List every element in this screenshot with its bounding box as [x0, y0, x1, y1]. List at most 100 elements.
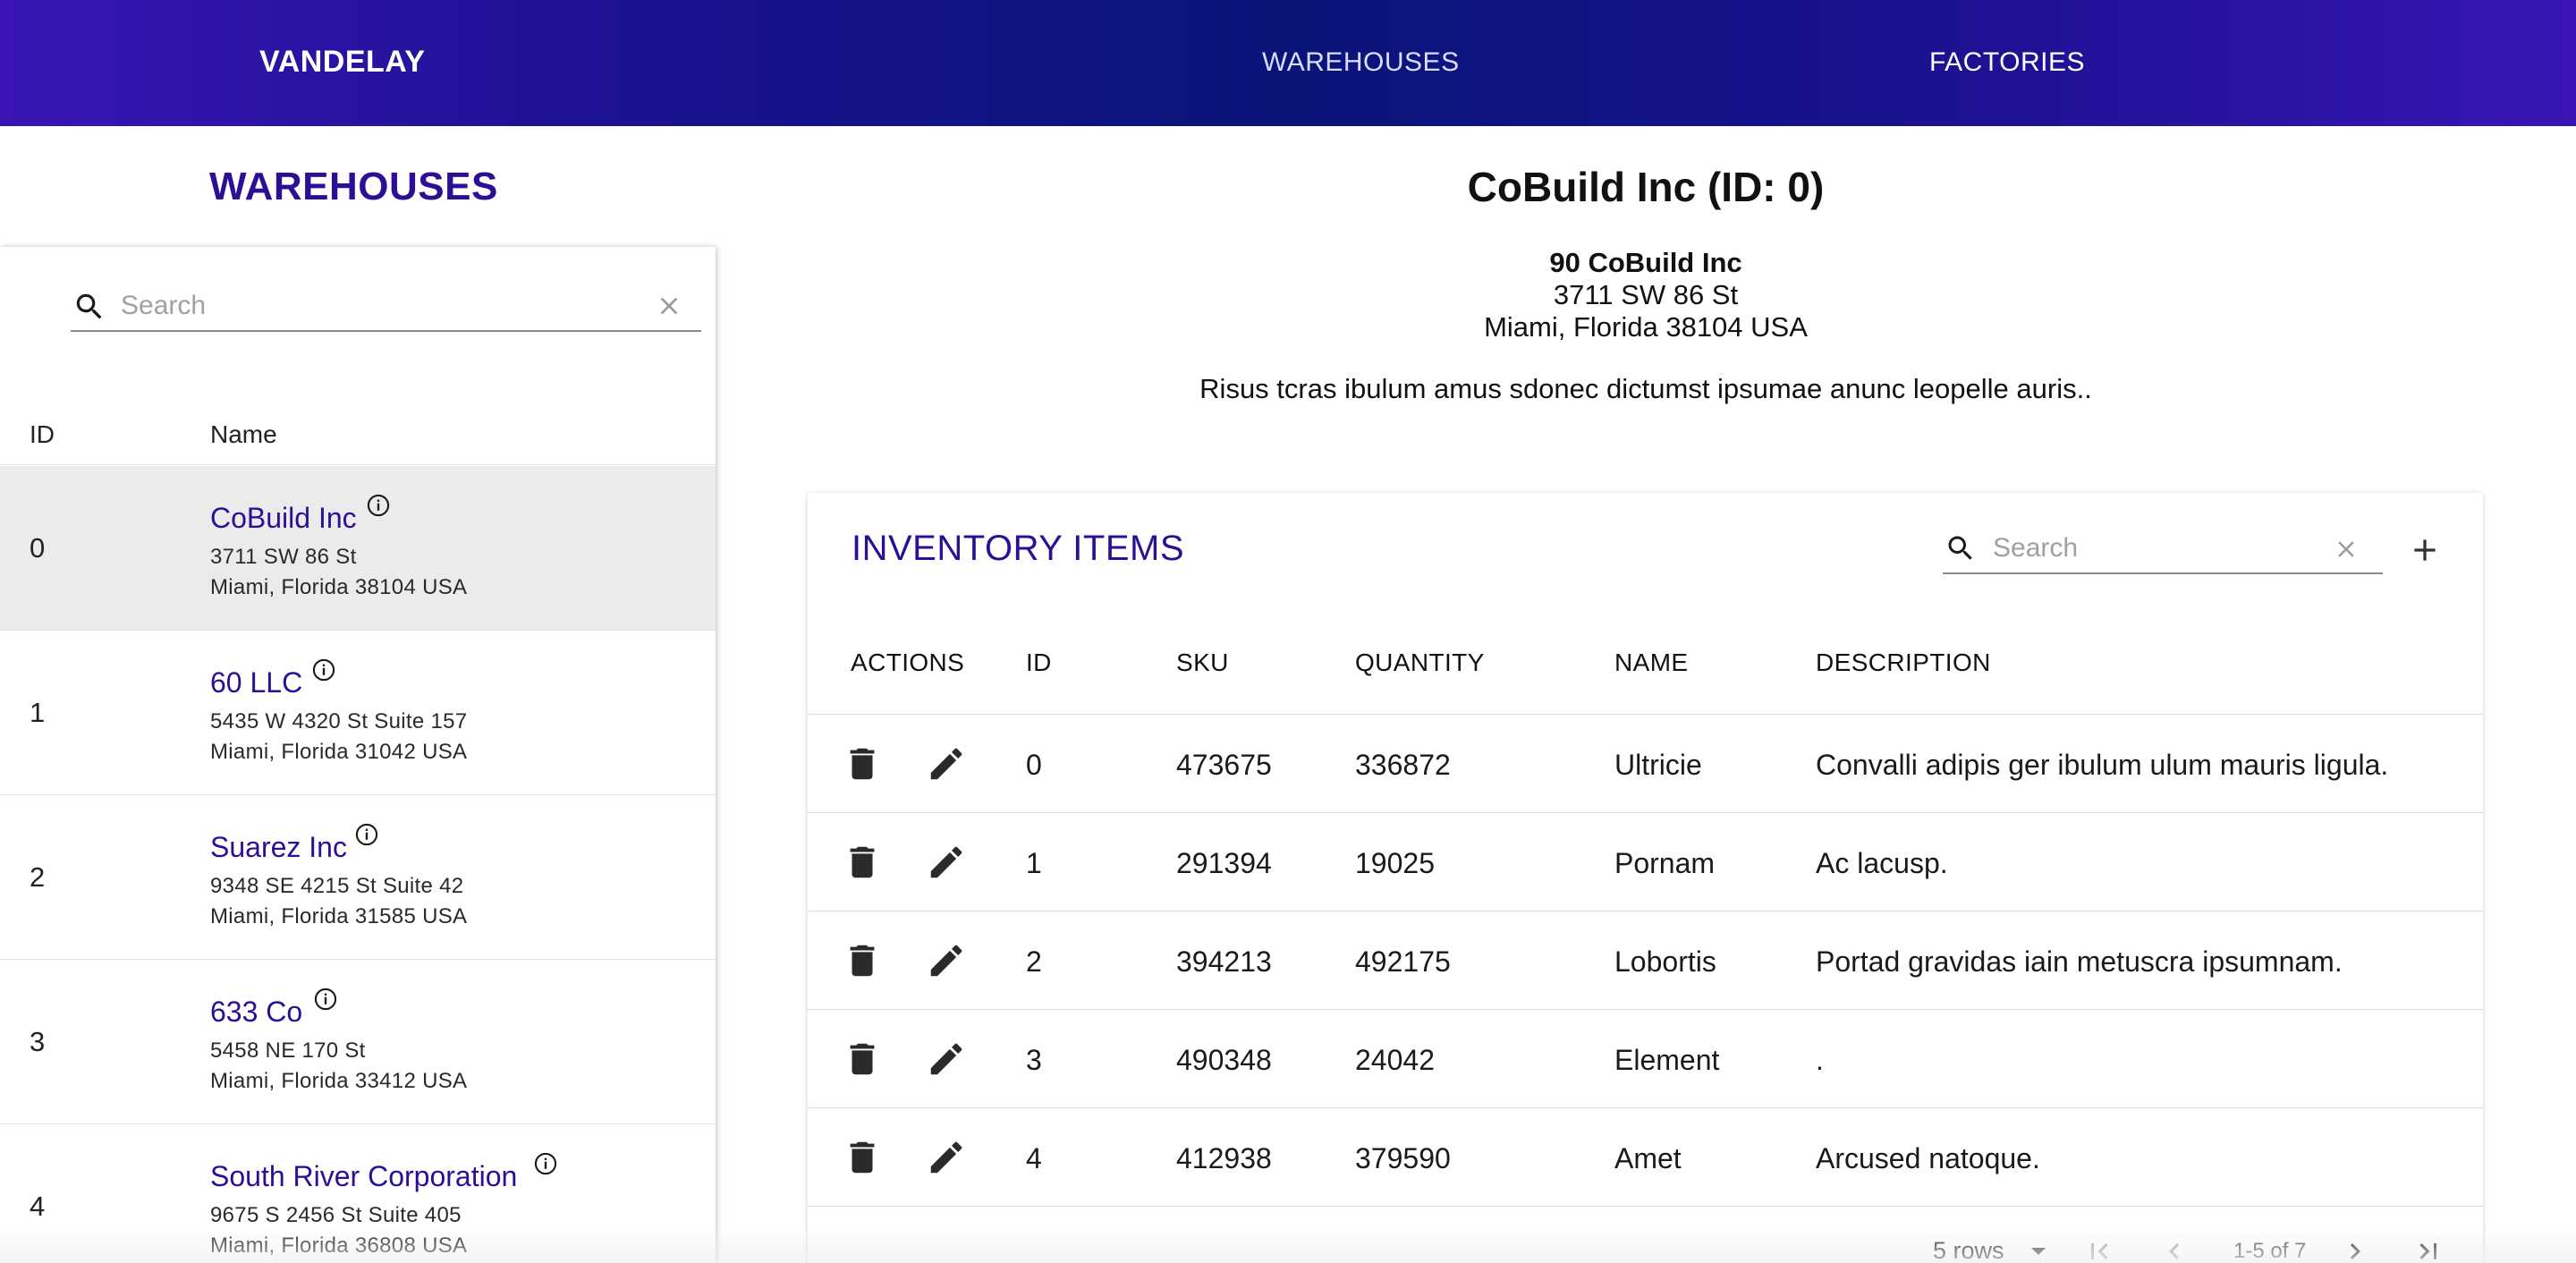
warehouse-address-line1: 5435 W 4320 St Suite 157: [210, 709, 468, 733]
pencil-icon[interactable]: [926, 842, 967, 883]
warehouse-address-line2: Miami, Florida 36808 USA: [210, 1233, 468, 1258]
warehouse-address-line1: 3711 SW 86 St: [210, 545, 357, 569]
search-icon: [76, 293, 102, 319]
info-icon[interactable]: [313, 987, 338, 1012]
column-header-actions: ACTIONS: [851, 648, 965, 676]
rows-per-page-select[interactable]: 5 rows: [1933, 1237, 2004, 1263]
chevron-left-icon[interactable]: [2158, 1235, 2190, 1263]
cell-description: Convalli adipis ger ibulum ulum mauris l…: [1816, 749, 2389, 781]
pencil-icon[interactable]: [926, 1137, 967, 1178]
last-page-icon[interactable]: [2412, 1235, 2445, 1263]
cell-quantity: 336872: [1355, 749, 1451, 781]
table-row: 0 473675 336872 Ultricie Convalli adipis…: [808, 715, 2483, 813]
plus-icon[interactable]: [2407, 532, 2443, 568]
cell-id: 2: [1026, 945, 1042, 978]
warehouse-address-line2: Miami, Florida 31585 USA: [210, 904, 468, 928]
top-nav-bar: VANDELAY WAREHOUSES FACTORIES: [0, 0, 2576, 126]
info-icon[interactable]: [311, 657, 336, 682]
trash-icon[interactable]: [842, 842, 883, 883]
warehouses-panel: ID Name 0 CoBuild Inc 3711 SW 86 St Miam…: [0, 247, 716, 1263]
inventory-search-field: [1943, 525, 2383, 574]
warehouse-address-line2: Miami, Florida 31042 USA: [210, 740, 468, 764]
warehouse-row[interactable]: 0 CoBuild Inc 3711 SW 86 St Miami, Flori…: [0, 466, 716, 631]
info-icon[interactable]: [366, 493, 391, 518]
detail-address-name: 90 CoBuild Inc: [1549, 247, 1742, 278]
column-header-id[interactable]: ID: [30, 420, 55, 449]
brand-logo[interactable]: VANDELAY: [259, 45, 425, 80]
warehouse-row[interactable]: 3 633 Co 5458 NE 170 St Miami, Florida 3…: [0, 960, 716, 1124]
cell-quantity: 379590: [1355, 1142, 1451, 1174]
pencil-icon[interactable]: [926, 1038, 967, 1080]
warehouse-name-link[interactable]: 60 LLC: [210, 666, 302, 699]
cell-quantity: 492175: [1355, 945, 1451, 978]
pencil-icon[interactable]: [926, 940, 967, 981]
warehouse-id: 1: [30, 697, 46, 728]
warehouse-row[interactable]: 2 Suarez Inc 9348 SE 4215 St Suite 42 Mi…: [0, 795, 716, 960]
warehouse-list-header: ID Name: [0, 390, 716, 465]
trash-icon[interactable]: [842, 1038, 883, 1080]
cell-name: Pornam: [1614, 847, 1716, 879]
nav-link-factories[interactable]: FACTORIES: [1929, 47, 2085, 78]
warehouse-name-link[interactable]: 633 Co: [210, 996, 302, 1029]
first-page-icon[interactable]: [2083, 1235, 2115, 1263]
inventory-search-input[interactable]: [1993, 530, 2315, 566]
column-header-name[interactable]: NAME: [1614, 648, 1689, 677]
info-icon[interactable]: [354, 822, 379, 847]
close-icon[interactable]: [655, 292, 683, 320]
cell-sku: 473675: [1176, 749, 1272, 781]
detail-address-line1: 3711 SW 86 St: [1553, 279, 1739, 310]
column-header-sku[interactable]: SKU: [1176, 648, 1229, 677]
column-header-id[interactable]: ID: [1026, 648, 1052, 677]
pencil-icon[interactable]: [926, 743, 967, 784]
cell-id: 3: [1026, 1044, 1042, 1076]
column-header-description[interactable]: DESCRIPTION: [1816, 648, 1991, 677]
cell-description: Portad gravidas iain metuscra ipsumnam.: [1816, 945, 2343, 978]
table-row: 1 291394 19025 Pornam Ac lacusp.: [808, 813, 2483, 911]
pagination: 5 rows 1-5 of 7: [808, 1225, 2483, 1263]
inventory-title: INVENTORY ITEMS: [852, 529, 1185, 568]
detail-address-line2: Miami, Florida 38104 USA: [1484, 311, 1808, 343]
inventory-table-header: ACTIONS ID SKU QUANTITY NAME DESCRIPTION: [808, 627, 2483, 715]
warehouse-address-line2: Miami, Florida 38104 USA: [210, 575, 468, 599]
warehouse-name-link[interactable]: South River Corporation: [210, 1160, 517, 1193]
detail-description: Risus tcras ibulum amus sdonec dictumst …: [1199, 373, 2092, 404]
table-row: 3 490348 24042 Element .: [808, 1010, 2483, 1108]
cell-quantity: 19025: [1355, 847, 1435, 879]
cell-name: Amet: [1614, 1142, 1682, 1174]
cell-description: Ac lacusp.: [1816, 847, 1948, 879]
cell-name: Ultricie: [1614, 749, 1702, 781]
warehouse-id: 3: [30, 1026, 46, 1057]
info-icon[interactable]: [533, 1151, 558, 1176]
warehouse-search-field: [71, 283, 701, 332]
cell-id: 4: [1026, 1142, 1042, 1174]
trash-icon[interactable]: [842, 940, 883, 981]
close-icon[interactable]: [2333, 536, 2360, 563]
cell-sku: 394213: [1176, 945, 1272, 978]
cell-sku: 490348: [1176, 1044, 1272, 1076]
cell-sku: 412938: [1176, 1142, 1272, 1174]
warehouse-row[interactable]: 1 60 LLC 5435 W 4320 St Suite 157 Miami,…: [0, 631, 716, 795]
chevron-down-icon[interactable]: [2028, 1244, 2049, 1259]
nav-link-warehouses[interactable]: WAREHOUSES: [1262, 47, 1460, 78]
warehouse-address-line1: 9348 SE 4215 St Suite 42: [210, 874, 464, 898]
warehouse-detail-title: CoBuild Inc (ID: 0): [1467, 164, 1825, 210]
cell-description: Arcused natoque.: [1816, 1142, 2040, 1174]
trash-icon[interactable]: [842, 743, 883, 784]
warehouses-panel-title: WAREHOUSES: [209, 165, 498, 208]
warehouse-search-input[interactable]: [121, 288, 622, 324]
warehouse-address-line1: 9675 S 2456 St Suite 405: [210, 1203, 462, 1227]
page-range: 1-5 of 7: [2233, 1239, 2307, 1263]
column-header-name[interactable]: Name: [210, 420, 277, 449]
cell-name: Element: [1614, 1044, 1720, 1076]
trash-icon[interactable]: [842, 1137, 883, 1178]
warehouse-name-link[interactable]: CoBuild Inc: [210, 502, 357, 535]
warehouse-row[interactable]: 4 South River Corporation 9675 S 2456 St…: [0, 1124, 716, 1263]
warehouse-address-line1: 5458 NE 170 St: [210, 1038, 366, 1063]
inventory-card: INVENTORY ITEMS ACTIONS ID SKU QUANTITY …: [808, 493, 2483, 1263]
search-icon: [1948, 536, 1972, 560]
chevron-right-icon[interactable]: [2339, 1235, 2371, 1263]
warehouse-id: 0: [30, 532, 46, 564]
column-header-quantity[interactable]: QUANTITY: [1355, 648, 1485, 677]
warehouse-address-line2: Miami, Florida 33412 USA: [210, 1069, 468, 1093]
warehouse-name-link[interactable]: Suarez Inc: [210, 831, 347, 864]
